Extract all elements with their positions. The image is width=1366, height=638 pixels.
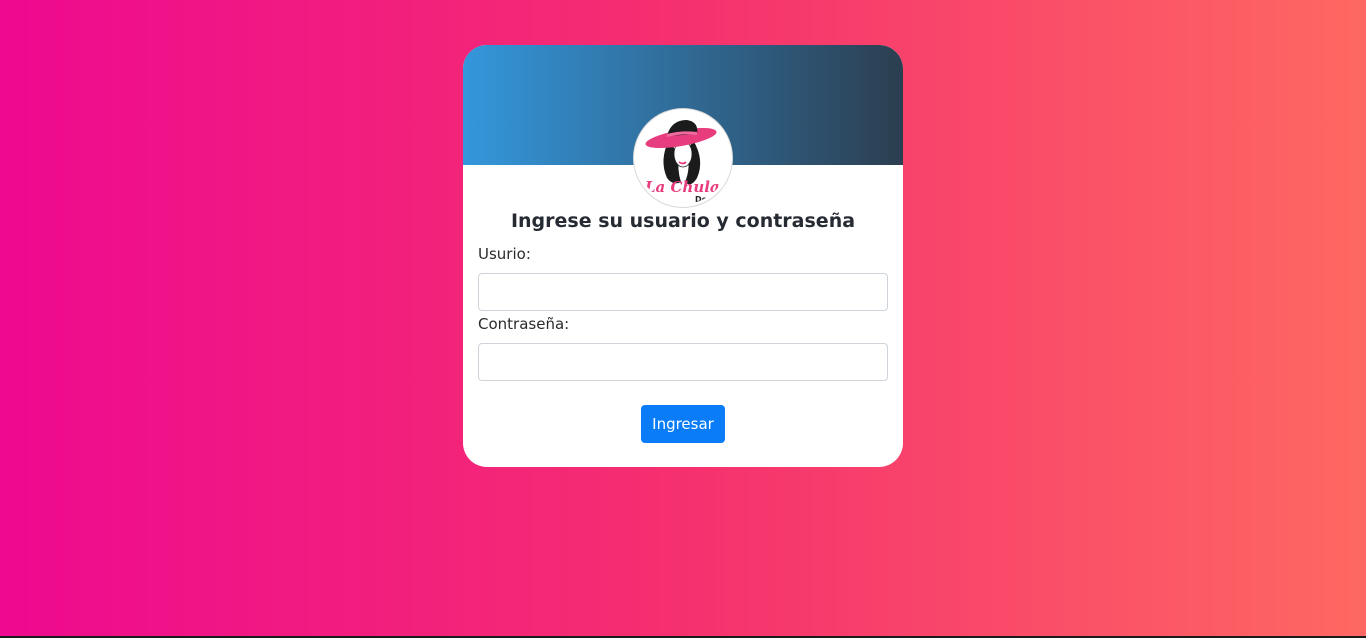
brand-logo: La Chula De S — [634, 109, 732, 207]
login-card: La Chula De S Ingrese su usuario y contr… — [463, 45, 903, 467]
login-heading: Ingrese su usuario y contraseña — [510, 210, 856, 232]
logo-subtext: De S — [695, 195, 716, 204]
logo-text: La Chula — [644, 178, 720, 196]
password-label: Contraseña: — [478, 315, 570, 333]
username-input[interactable] — [478, 273, 888, 311]
username-label: Usurio: — [478, 245, 531, 263]
login-submit-button[interactable]: Ingresar — [641, 405, 725, 443]
password-input[interactable] — [478, 343, 888, 381]
woman-hat-logo-icon: La Chula De S — [644, 120, 720, 204]
